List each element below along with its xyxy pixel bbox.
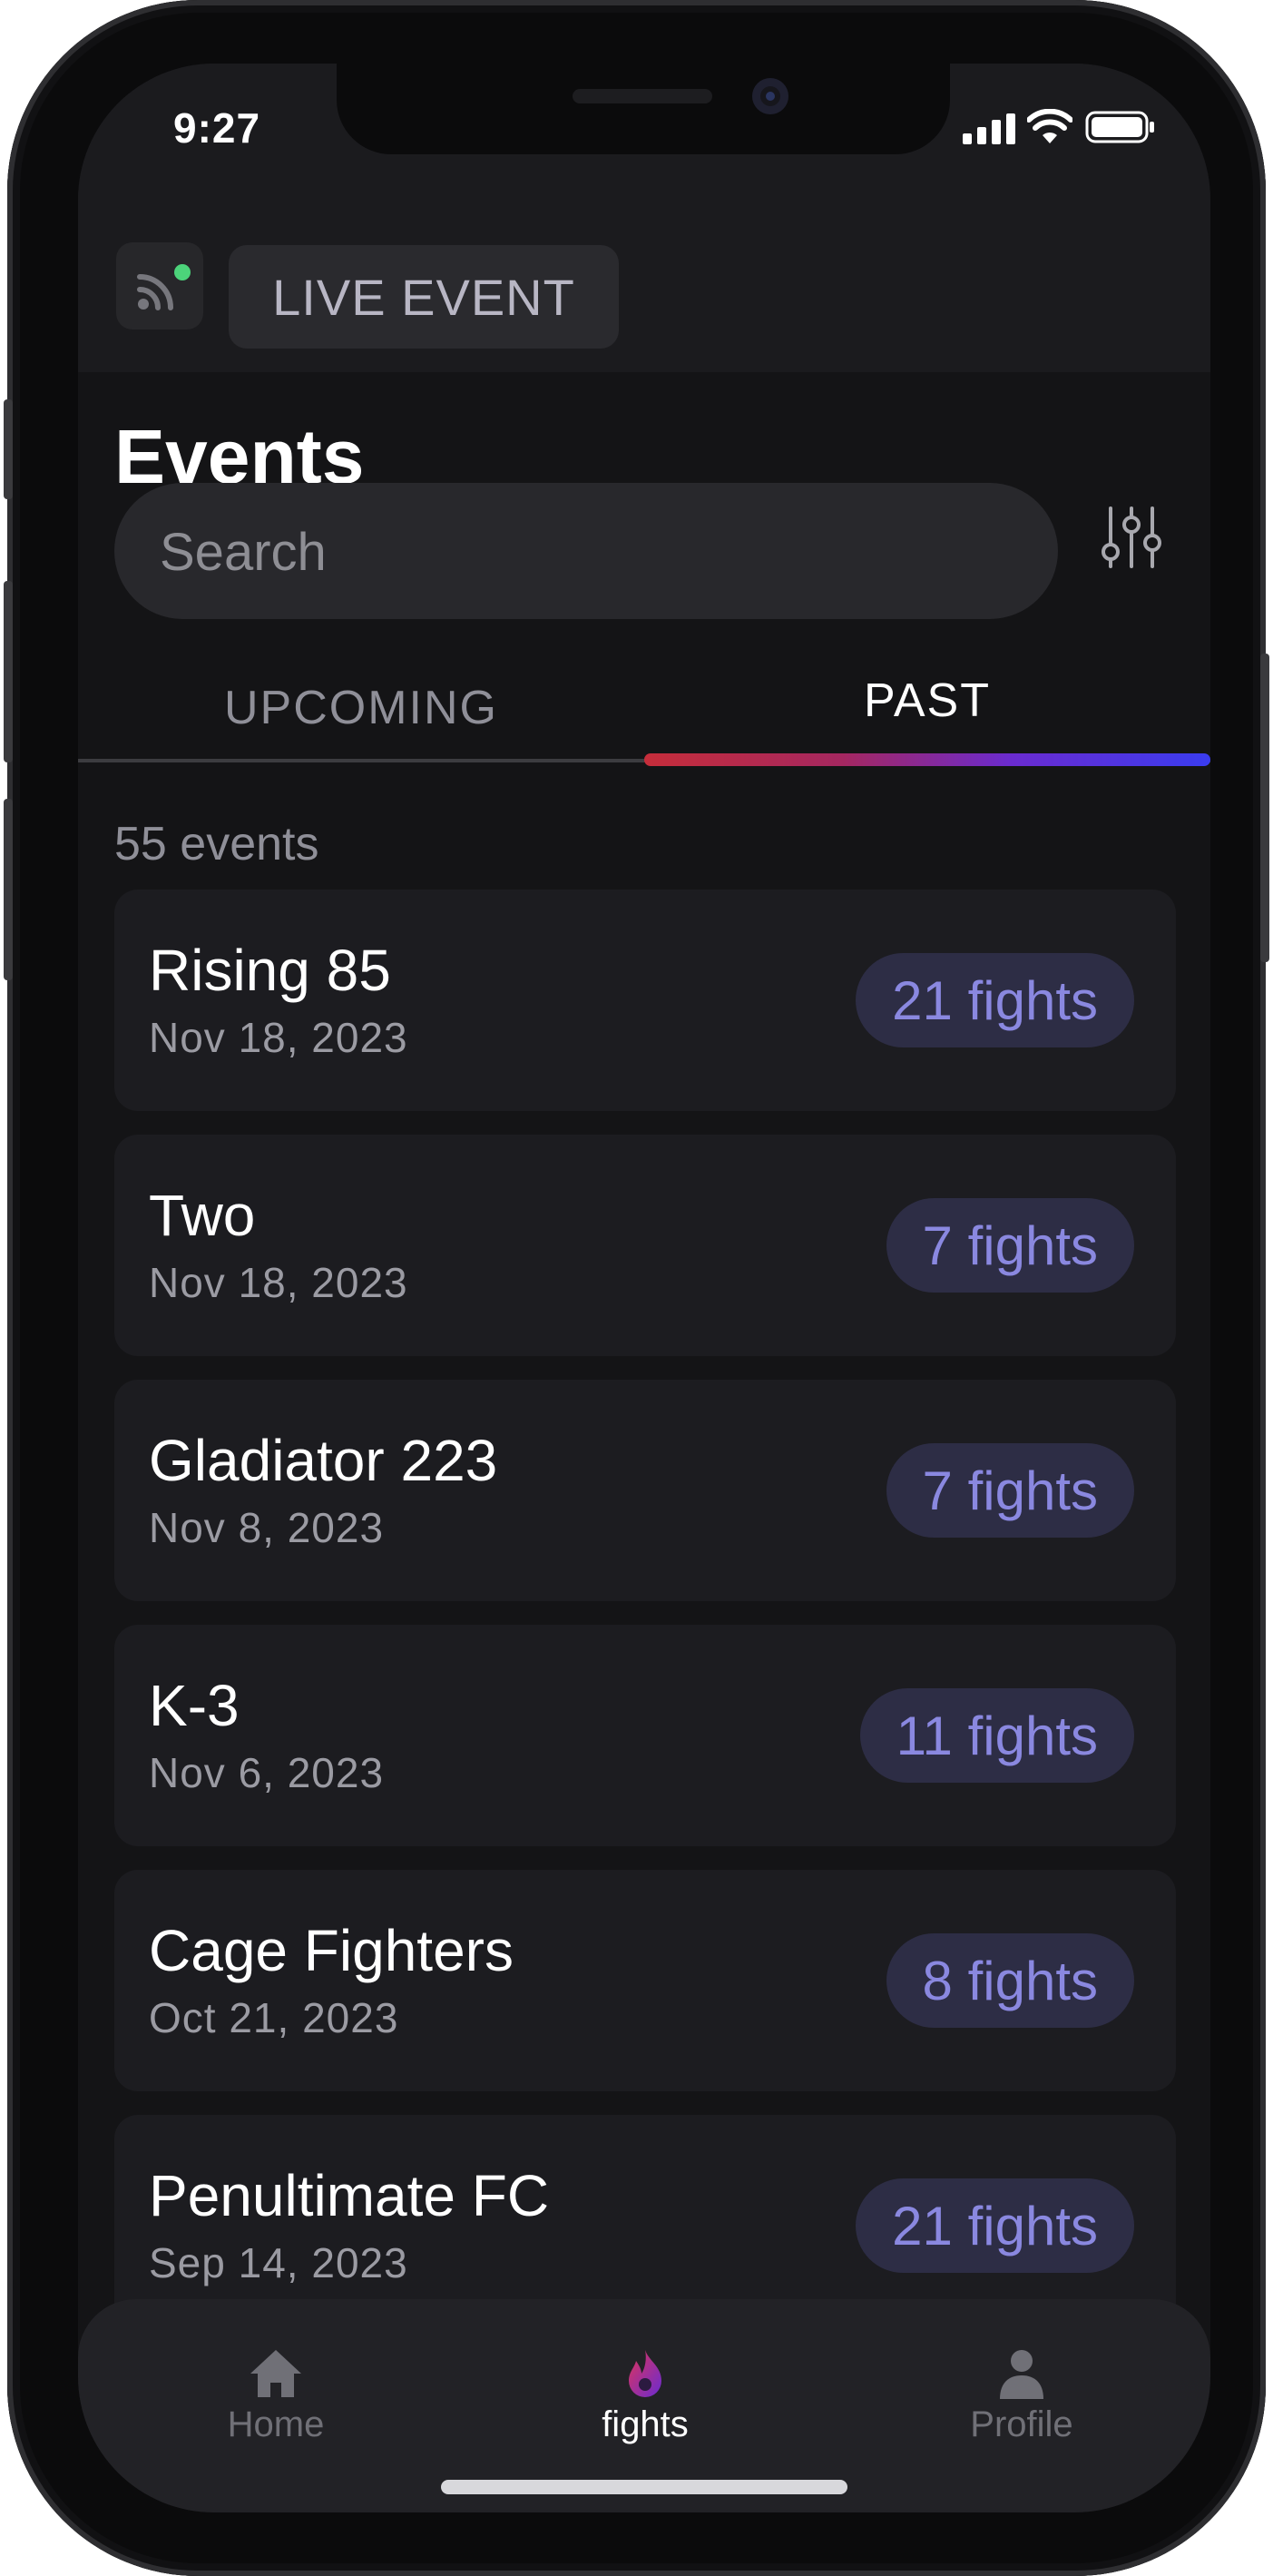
live-status-dot	[174, 264, 191, 280]
nav-profile-label: Profile	[970, 2404, 1073, 2444]
fights-count-badge: 21 fights	[856, 2178, 1134, 2273]
event-name: K-3	[149, 1673, 240, 1738]
volume-up-button	[4, 581, 13, 762]
event-name: Cage Fighters	[149, 1918, 514, 1983]
fights-count-badge: 7 fights	[886, 1443, 1134, 1538]
nav-fights-label: fights	[602, 2404, 689, 2444]
event-list: Rising 85 Nov 18, 2023 21 fights Two Nov…	[114, 890, 1176, 2360]
flame-icon	[629, 2350, 661, 2397]
fights-count-badge: 7 fights	[886, 1198, 1134, 1293]
tab-past[interactable]: PAST	[644, 655, 1210, 746]
active-tab-indicator	[644, 753, 1210, 766]
power-button	[1260, 654, 1269, 962]
event-name: Penultimate FC	[149, 2163, 550, 2228]
events-count: 55 events	[114, 818, 319, 870]
event-card[interactable]: Two Nov 18, 2023 7 fights	[114, 1135, 1176, 1356]
mute-switch	[4, 399, 13, 499]
nav-profile[interactable]: Profile	[904, 2346, 1140, 2445]
event-date: Nov 8, 2023	[149, 1504, 385, 1551]
battery-icon	[1085, 111, 1154, 143]
fights-count-badge: 11 fights	[859, 1688, 1134, 1783]
event-date: Nov 18, 2023	[149, 1259, 408, 1306]
cast-button[interactable]	[116, 242, 203, 329]
camera-notch	[337, 64, 950, 154]
status-time: 9:27	[173, 104, 261, 152]
top-bar: LIVE EVENT	[78, 172, 1210, 372]
event-card[interactable]: Rising 85 Nov 18, 2023 21 fights	[114, 890, 1176, 1111]
event-tabs: UPCOMING PAST	[78, 663, 1210, 761]
phone-frame: 9:27 LIVE EVENT Events Search UPCOMING P…	[4, 0, 1269, 2576]
front-camera	[752, 78, 788, 114]
fights-count-badge: 21 fights	[856, 953, 1134, 1047]
volume-down-button	[4, 799, 13, 980]
event-date: Nov 18, 2023	[149, 1014, 408, 1061]
tab-upcoming[interactable]: UPCOMING	[78, 663, 644, 753]
event-date: Sep 14, 2023	[149, 2239, 408, 2286]
event-card[interactable]: Cage Fighters Oct 21, 2023 8 fights	[114, 1870, 1176, 2091]
event-card[interactable]: K-3 Nov 6, 2023 11 fights	[114, 1625, 1176, 1846]
nav-fights[interactable]: fights	[527, 2346, 763, 2445]
event-name: Gladiator 223	[149, 1428, 498, 1493]
home-indicator-bar[interactable]	[441, 2480, 847, 2494]
search-bar[interactable]	[114, 483, 1058, 621]
event-card[interactable]: Gladiator 223 Nov 8, 2023 7 fights	[114, 1380, 1176, 1601]
cellular-signal-icon	[963, 113, 1015, 144]
nav-home[interactable]: Home	[158, 2346, 394, 2445]
person-icon	[1000, 2350, 1043, 2399]
wifi-icon	[1027, 109, 1072, 143]
event-name: Rising 85	[149, 938, 391, 1003]
search-input[interactable]	[158, 483, 1014, 621]
event-date: Nov 6, 2023	[149, 1749, 385, 1796]
event-name: Two	[149, 1183, 256, 1248]
earpiece-speaker	[573, 89, 712, 103]
home-icon	[250, 2350, 301, 2397]
filter-sliders-icon[interactable]	[1100, 505, 1163, 570]
nav-home-label: Home	[227, 2404, 325, 2444]
live-event-button[interactable]: LIVE EVENT	[229, 245, 619, 349]
event-date: Oct 21, 2023	[149, 1994, 399, 2041]
fights-count-badge: 8 fights	[886, 1933, 1134, 2028]
app-screen: 9:27 LIVE EVENT Events Search UPCOMING P…	[78, 64, 1210, 2512]
